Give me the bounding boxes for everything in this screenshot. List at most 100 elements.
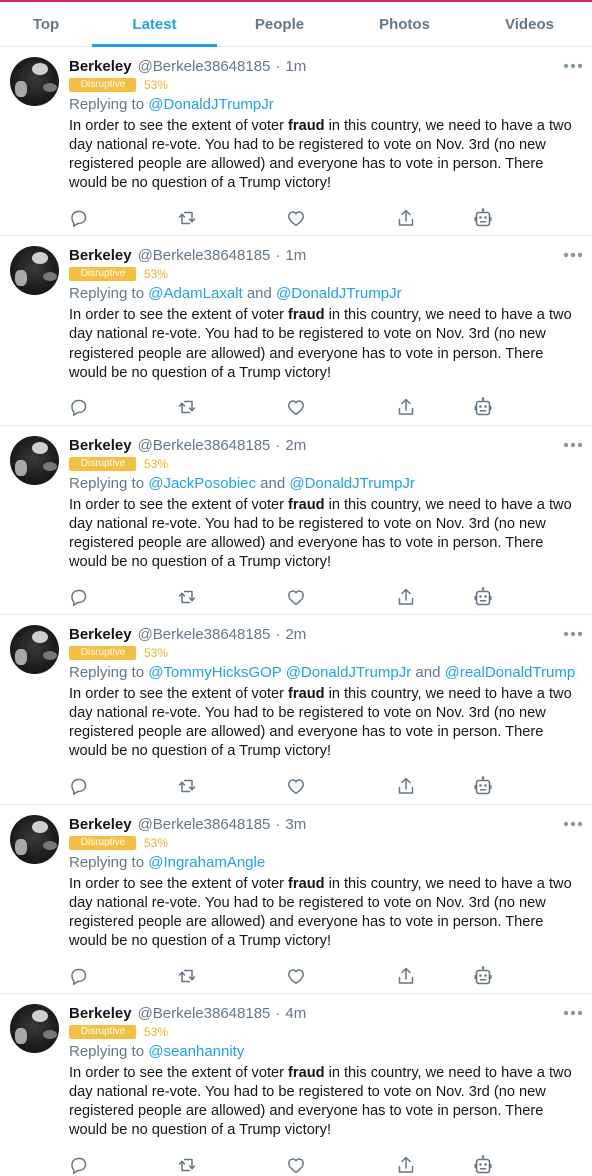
- bot-icon[interactable]: [472, 207, 494, 229]
- more-icon[interactable]: [562, 1005, 584, 1021]
- tab-latest[interactable]: Latest: [92, 2, 217, 47]
- tweet[interactable]: Berkeley @Berkele38648185 · 2m Disruptiv…: [0, 615, 592, 805]
- mention-link[interactable]: @AdamLaxalt: [148, 285, 242, 302]
- more-icon[interactable]: [562, 247, 584, 263]
- bot-score-percent: 53%: [144, 456, 169, 471]
- display-name[interactable]: Berkeley: [69, 437, 132, 454]
- tweet-header: Berkeley @Berkele38648185 · 1m: [69, 58, 584, 78]
- tweet-text-part: In order to see the extent of voter: [69, 496, 289, 513]
- tweet[interactable]: Berkeley @Berkele38648185 · 3m Disruptiv…: [0, 805, 592, 994]
- mention-joiner: and: [242, 285, 277, 303]
- retweet-icon[interactable]: [176, 1154, 198, 1176]
- tab-photos[interactable]: Photos: [342, 2, 467, 46]
- retweet-icon[interactable]: [176, 586, 198, 608]
- mention-link[interactable]: @DonaldJTrumpJr: [286, 664, 412, 681]
- bot-icon[interactable]: [472, 1154, 494, 1176]
- like-icon[interactable]: [285, 1154, 307, 1176]
- user-handle[interactable]: @Berkele38648185: [138, 626, 271, 643]
- tweet-text-bold: fraud: [288, 875, 325, 892]
- separator-dot: ·: [275, 247, 281, 265]
- more-icon[interactable]: [562, 437, 584, 453]
- avatar[interactable]: [10, 435, 59, 485]
- more-icon[interactable]: [562, 816, 584, 832]
- bot-score-badge: Disruptive: [69, 456, 136, 471]
- retweet-icon[interactable]: [176, 965, 198, 987]
- more-icon[interactable]: [562, 626, 584, 642]
- like-icon[interactable]: [285, 396, 307, 418]
- replying-to-label: Replying to: [69, 1042, 149, 1060]
- share-icon[interactable]: [395, 586, 417, 608]
- like-icon[interactable]: [285, 775, 307, 797]
- share-icon[interactable]: [395, 775, 417, 797]
- tab-videos[interactable]: Videos: [467, 2, 592, 46]
- tab-top[interactable]: Top: [0, 2, 92, 46]
- like-icon[interactable]: [285, 965, 307, 987]
- tweet-text-part: In order to see the extent of voter: [69, 686, 289, 703]
- avatar[interactable]: [10, 246, 59, 296]
- like-icon[interactable]: [285, 586, 307, 608]
- avatar[interactable]: [10, 57, 59, 106]
- mention-link[interactable]: @realDonaldTrump: [445, 664, 576, 681]
- user-handle[interactable]: @Berkele38648185: [138, 247, 271, 264]
- bot-icon[interactable]: [472, 775, 494, 797]
- display-name[interactable]: Berkeley: [69, 1005, 132, 1022]
- reply-icon[interactable]: [67, 775, 89, 797]
- tweet-body: Berkeley @Berkele38648185 · 2m Disruptiv…: [69, 437, 584, 572]
- share-icon[interactable]: [395, 965, 417, 987]
- retweet-icon[interactable]: [176, 207, 198, 229]
- avatar-detail: [43, 840, 57, 850]
- reply-icon[interactable]: [67, 207, 89, 229]
- timestamp[interactable]: 3m: [285, 816, 306, 833]
- tweet[interactable]: Berkeley @Berkele38648185 · 4m Disruptiv…: [0, 994, 592, 1176]
- separator-dot: ·: [275, 1004, 281, 1022]
- reply-icon[interactable]: [67, 586, 89, 608]
- bot-score-badge: Disruptive: [69, 78, 136, 92]
- reply-icon[interactable]: [67, 396, 89, 418]
- avatar-detail: [15, 459, 27, 476]
- user-handle[interactable]: @Berkele38648185: [138, 816, 271, 833]
- user-handle[interactable]: @Berkele38648185: [138, 437, 271, 454]
- mention-link[interactable]: @seanhannity: [148, 1043, 244, 1060]
- tweet-text-bold: fraud: [288, 118, 325, 134]
- replying-to: Replying to @AdamLaxalt and @DonaldJTrum…: [69, 285, 584, 305]
- mention-link[interactable]: @DonaldJTrumpJr: [148, 96, 274, 113]
- mention-link[interactable]: @DonaldJTrumpJr: [289, 475, 415, 492]
- bot-score-badge: Disruptive: [69, 267, 136, 282]
- bot-icon[interactable]: [472, 965, 494, 987]
- timestamp[interactable]: 1m: [285, 247, 306, 264]
- bot-icon[interactable]: [472, 586, 494, 608]
- mention-link[interactable]: @TommyHicksGOP: [148, 664, 281, 681]
- timestamp[interactable]: 2m: [285, 626, 306, 643]
- avatar[interactable]: [10, 1003, 59, 1053]
- display-name[interactable]: Berkeley: [69, 626, 132, 643]
- user-handle[interactable]: @Berkele38648185: [138, 58, 271, 75]
- tweet[interactable]: Berkeley @Berkele38648185 · 2m Disruptiv…: [0, 426, 592, 616]
- timestamp[interactable]: 4m: [285, 1005, 306, 1022]
- tab-people[interactable]: People: [217, 2, 342, 46]
- retweet-icon[interactable]: [176, 775, 198, 797]
- mention-link[interactable]: @IngrahamAngle: [148, 854, 265, 871]
- timestamp[interactable]: 2m: [285, 437, 306, 454]
- tweet[interactable]: Berkeley @Berkele38648185 · 1m Disruptiv…: [0, 47, 592, 237]
- avatar[interactable]: [10, 814, 59, 864]
- mention-link[interactable]: @DonaldJTrumpJr: [276, 285, 402, 302]
- retweet-icon[interactable]: [176, 396, 198, 418]
- tweet[interactable]: Berkeley @Berkele38648185 · 1m Disruptiv…: [0, 236, 592, 426]
- bot-score-row: Disruptive 53%: [69, 77, 584, 93]
- avatar-detail: [43, 651, 57, 661]
- display-name[interactable]: Berkeley: [69, 816, 132, 833]
- display-name[interactable]: Berkeley: [69, 58, 132, 75]
- more-icon[interactable]: [562, 58, 584, 74]
- share-icon[interactable]: [395, 396, 417, 418]
- user-handle[interactable]: @Berkele38648185: [138, 1005, 271, 1022]
- reply-icon[interactable]: [67, 965, 89, 987]
- avatar[interactable]: [10, 625, 59, 675]
- timestamp[interactable]: 1m: [285, 58, 306, 75]
- share-icon[interactable]: [395, 1154, 417, 1176]
- display-name[interactable]: Berkeley: [69, 247, 132, 264]
- reply-icon[interactable]: [67, 1154, 89, 1176]
- like-icon[interactable]: [285, 207, 307, 229]
- bot-icon[interactable]: [472, 396, 494, 418]
- share-icon[interactable]: [395, 207, 417, 229]
- mention-link[interactable]: @JackPosobiec: [148, 475, 256, 492]
